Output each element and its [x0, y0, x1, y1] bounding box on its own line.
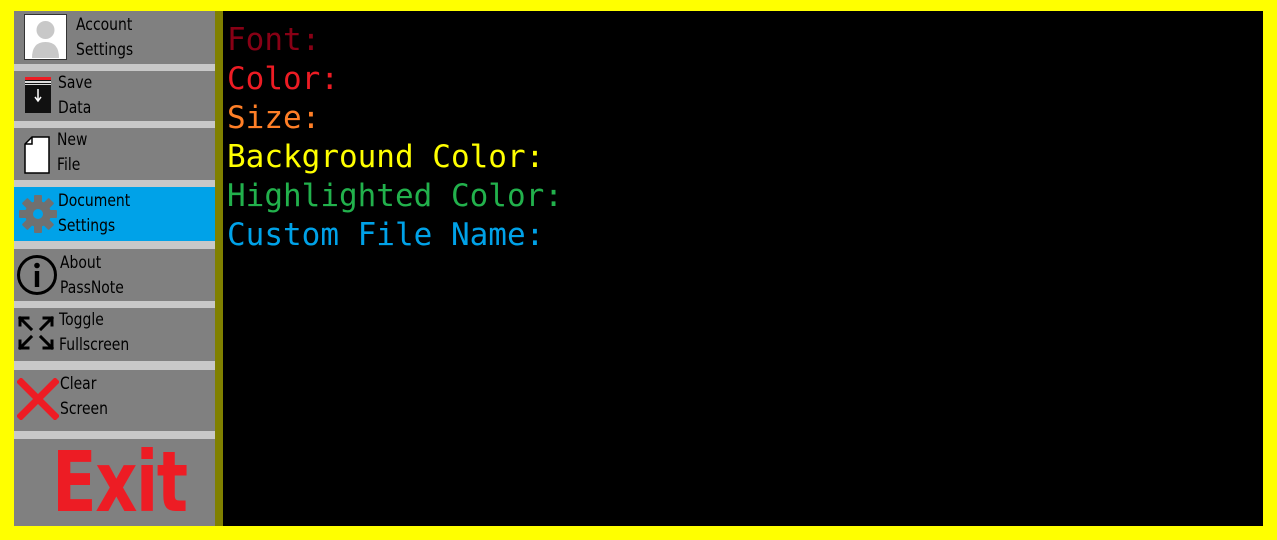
sidebar-item-toggle-fullscreen[interactable]: Toggle Fullscreen	[14, 308, 215, 361]
sidebar-item-clear-screen[interactable]: Clear Screen	[14, 370, 215, 431]
sidebar-divider	[215, 11, 223, 526]
save-data-icon	[25, 77, 51, 113]
sidebar-item-account-settings[interactable]: Account Settings	[14, 11, 215, 64]
font-label: Font:	[227, 22, 321, 58]
sidebar-item-document-settings[interactable]: Document Settings	[14, 187, 215, 241]
gear-icon	[18, 194, 58, 234]
exit-label: Exit	[52, 433, 188, 531]
new-file-icon	[24, 136, 50, 174]
sidebar-item-label: Save Data	[58, 73, 93, 118]
info-icon	[16, 254, 58, 296]
highlighted-color-label: Highlighted Color:	[227, 178, 563, 214]
sidebar-item-new-file[interactable]: New File	[14, 128, 215, 180]
sidebar-item-label: Document Settings	[58, 191, 131, 236]
sidebar: Account Settings Save Data New File Docu…	[14, 11, 215, 526]
sidebar-item-label: About PassNote	[60, 253, 124, 298]
fullscreen-toggle-icon	[17, 315, 55, 351]
custom-file-name-label: Custom File Name:	[227, 217, 545, 253]
color-label: Color:	[227, 61, 339, 97]
background-color-label: Background Color:	[227, 139, 545, 175]
exit-button[interactable]: Exit	[14, 439, 215, 526]
sidebar-item-save-data[interactable]: Save Data	[14, 71, 215, 121]
sidebar-item-label: Account Settings	[76, 15, 134, 60]
document-settings-panel: Font: Color: Size: Background Color: Hig…	[223, 11, 1263, 526]
sidebar-item-label: New File	[57, 130, 88, 175]
sidebar-item-about-passnote[interactable]: About PassNote	[14, 249, 215, 301]
user-avatar-icon	[24, 14, 67, 60]
red-x-icon	[16, 377, 60, 421]
sidebar-item-label: Toggle Fullscreen	[59, 310, 130, 355]
size-label: Size:	[227, 100, 321, 136]
app-window: Account Settings Save Data New File Docu…	[0, 0, 1277, 540]
sidebar-item-label: Clear Screen	[60, 374, 108, 419]
